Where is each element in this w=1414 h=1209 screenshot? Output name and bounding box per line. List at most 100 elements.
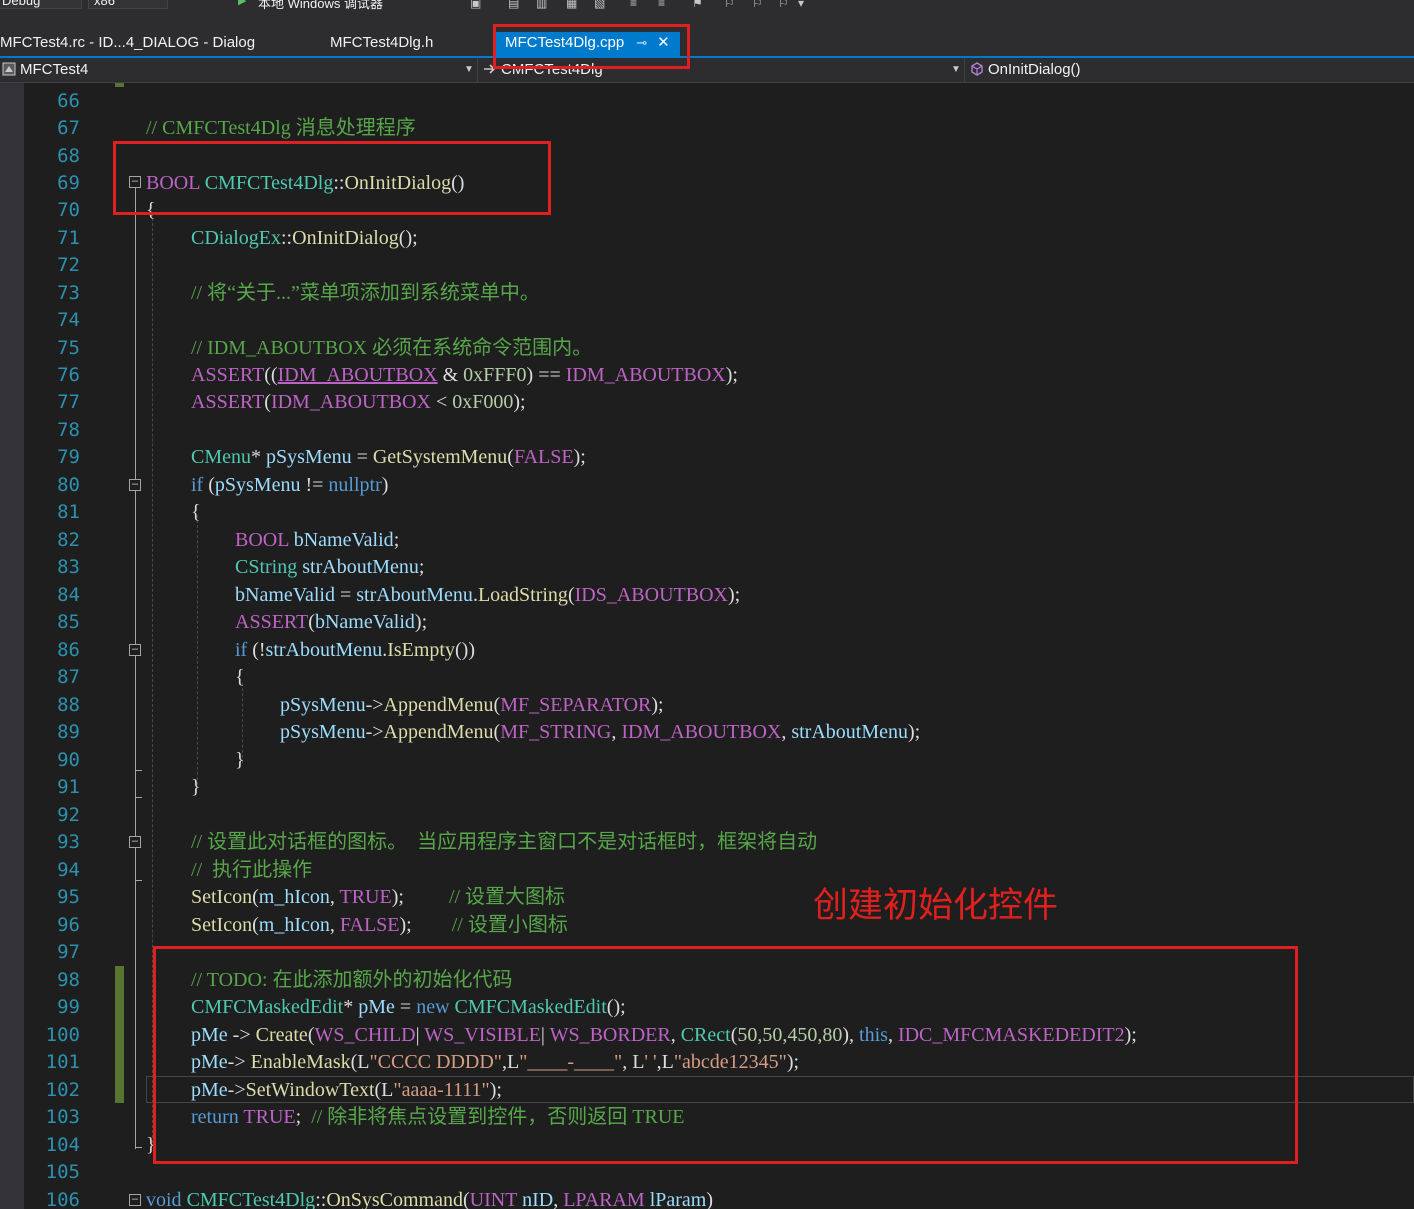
bookmark-icon[interactable]: ⚑ [692,0,703,10]
line-number: 86 [57,639,80,661]
code-token: { [235,666,245,688]
code-token: != [300,474,329,496]
line-number: 77 [57,391,80,413]
highlight-box-init-code [153,946,1298,1164]
tool-icon[interactable]: ≡ [630,0,637,10]
code-comment: // 将“关于...”菜单项添加到系统菜单中。 [191,282,540,304]
code-token: , [611,721,622,743]
tab-dlg-header[interactable]: MFCTest4Dlg.h [330,32,433,56]
document-tabs: MFCTest4.rc - ID...4_DIALOG - Dialog MFC… [0,12,1414,58]
code-token: ); [399,914,452,936]
line-number: 84 [57,584,80,606]
line-number: 71 [57,227,80,249]
tool-icon[interactable]: ▤ [508,0,519,10]
config-dropdown[interactable]: Debug [0,0,82,9]
tab-rc-dialog[interactable]: MFCTest4.rc - ID...4_DIALOG - Dialog [0,32,255,56]
debugger-button[interactable]: 本地 Windows 调试器 [258,0,383,12]
line-number: 67 [57,117,80,139]
line-number: 102 [45,1079,80,1101]
member-dropdown[interactable]: OnInitDialog() [968,58,1414,82]
code-token: -> [365,721,384,743]
code-token: = [351,446,373,468]
code-token: 0xFFF0 [463,364,527,386]
code-token: MF_SEPARATOR [500,694,652,716]
code-token: pSysMenu [266,446,352,468]
line-number: 91 [57,776,80,798]
code-token: if [235,639,248,661]
code-comment: // 设置小图标 [451,914,568,936]
code-token: ( [463,1189,470,1209]
line-number: 92 [57,804,80,826]
change-indicator [115,83,124,87]
code-comment: // CMFCTest4Dlg 消息处理程序 [146,117,416,139]
code-token: ) == [526,364,566,386]
code-line: 86 if (!strAboutMenu.IsEmpty()) [0,637,1414,664]
line-number: 68 [57,145,80,167]
code-token: bNameValid [314,611,415,633]
code-line: 76 ASSERT((IDM_ABOUTBOX & 0xFFF0) == IDM… [0,362,1414,389]
code-token: ASSERT [191,391,265,413]
code-line: 84 bNameValid = strAboutMenu.LoadString(… [0,582,1414,609]
code-token: 0xF000 [452,391,514,413]
project-dropdown[interactable]: MFCTest4 ▼ [0,58,478,82]
code-token: { [191,501,201,523]
code-token: bNameValid [235,584,335,606]
code-token: :: [315,1189,327,1209]
code-line: 71 CDialogEx::OnInitDialog(); [0,225,1414,252]
tool-icon[interactable]: ▦ [566,0,577,10]
tool-icon[interactable]: ≡ [658,0,665,10]
bookmark-icon[interactable]: ⚐ [752,0,763,10]
chevron-down-icon: ▼ [951,64,961,75]
code-token: ; [418,556,425,578]
code-token: ); [391,886,449,908]
code-token: ); [725,364,738,386]
code-token: ASSERT [235,611,309,633]
line-number: 81 [57,501,80,523]
tool-icon[interactable]: ▣ [470,0,481,10]
highlight-box-active-tab [493,24,690,69]
code-token: BOOL [235,529,289,551]
code-token: strAboutMenu [297,556,419,578]
bookmark-icon[interactable]: ⚐ [724,0,735,10]
tool-icon[interactable]: ▧ [594,0,605,10]
line-number: 87 [57,666,80,688]
line-number: 105 [45,1161,80,1183]
code-token: IDM_ABOUTBOX [621,721,782,743]
code-token: ( [567,584,575,606]
code-token: IDM_ABOUTBOX [277,364,438,386]
line-number: 101 [45,1051,80,1073]
code-token: pSysMenu [280,694,366,716]
code-token: CMFCTest4Dlg [186,1189,316,1209]
code-token: } [191,776,201,798]
line-number: 76 [57,364,80,386]
line-number: 88 [57,694,80,716]
bookmark-icon[interactable]: ⚐ [778,0,789,10]
play-icon[interactable]: ▶ [238,0,246,7]
code-token: ( [252,914,259,936]
chevron-down-icon[interactable]: ▾ [798,0,804,10]
code-token: strAboutMenu [356,584,473,606]
line-number: 94 [57,859,80,881]
line-number: 95 [57,886,80,908]
line-number: 73 [57,282,80,304]
line-number: 97 [57,941,80,963]
code-token: IDS_ABOUTBOX [574,584,728,606]
code-line: 77 ASSERT(IDM_ABOUTBOX < 0xF000); [0,389,1414,416]
annotation-label: 创建初始化控件 [813,886,1059,926]
tool-icon[interactable]: ▥ [536,0,547,10]
line-number: 72 [57,254,80,276]
code-line: 81 { [0,499,1414,526]
code-token: OnSysCommand [326,1189,463,1209]
code-token: IDM_ABOUTBOX [270,391,431,413]
code-token: ) [381,474,389,496]
line-number: 80 [57,474,80,496]
line-number: 89 [57,721,80,743]
code-token: m_hIcon [258,886,330,908]
code-token: ); [414,611,428,633]
code-line: 89 pSysMenu->AppendMenu(MF_STRING, IDM_A… [0,719,1414,746]
code-token: & [437,364,464,386]
code-token: ); [573,446,586,468]
code-token: < [430,391,453,413]
code-token: SetIcon [191,914,253,936]
platform-dropdown[interactable]: x86 [88,0,168,9]
